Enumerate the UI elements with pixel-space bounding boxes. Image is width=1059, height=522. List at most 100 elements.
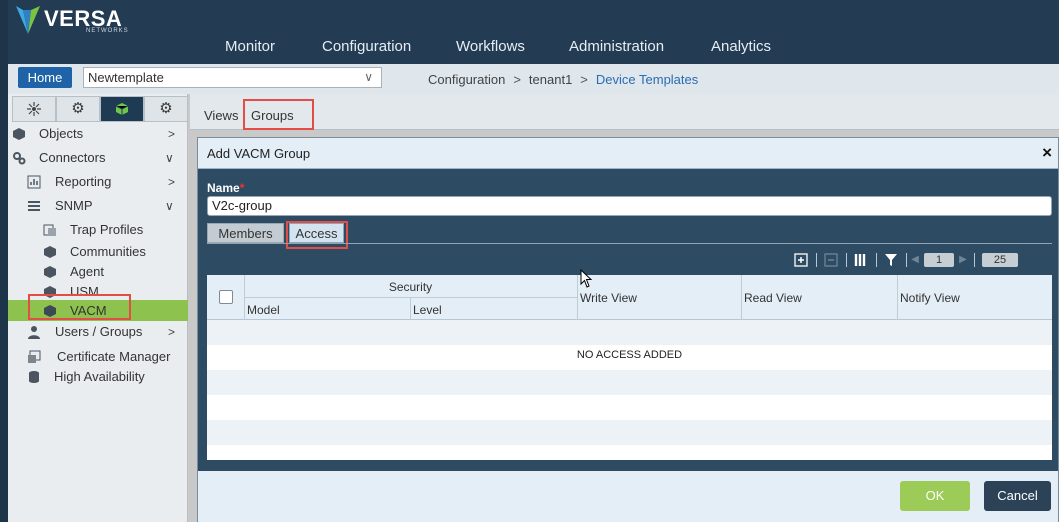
sidebar-item-connectors[interactable]: Connectors ∨ — [12, 149, 188, 167]
sidebar-item-label: High Availability — [54, 369, 145, 384]
views-groups-strip — [190, 94, 1059, 130]
page-size-select[interactable]: 25 — [982, 253, 1018, 267]
sidebar-item-label: Objects — [39, 126, 84, 141]
name-label-text: Name — [207, 181, 240, 195]
certificate-icon — [28, 350, 41, 363]
settings-cog-icon[interactable]: ⚙ — [144, 96, 188, 122]
grid-header: Security Model Level Write View Read Vie… — [207, 275, 1052, 320]
database-icon — [29, 371, 39, 383]
sidebar-item-snmp[interactable]: SNMP ∨ — [27, 197, 188, 215]
cube-icon — [44, 246, 56, 258]
page-number-input[interactable]: 1 — [924, 253, 954, 267]
cube-icon[interactable] — [100, 96, 144, 122]
table-row — [207, 320, 1052, 345]
nav-analytics[interactable]: Analytics — [711, 38, 771, 55]
col-write-view[interactable]: Write View — [580, 291, 637, 305]
empty-message: NO ACCESS ADDED — [576, 349, 683, 361]
sidebar-item-communities[interactable]: Communities — [43, 243, 188, 261]
sidebar-item-label: Communities — [70, 244, 146, 259]
access-grid: Security Model Level Write View Read Vie… — [207, 275, 1052, 460]
sidebar-item-label: Connectors — [39, 150, 106, 165]
columns-icon[interactable] — [852, 251, 870, 269]
sidebar-tabs: ⚙ ⚙ — [12, 96, 188, 122]
sidebar-item-label: Trap Profiles — [70, 222, 144, 237]
sidebar-item-agent[interactable]: Agent — [43, 263, 188, 281]
mouse-cursor-icon — [580, 269, 593, 288]
left-edge-strip — [0, 0, 8, 522]
dialog-title: Add VACM Group — [207, 146, 311, 161]
user-icon — [28, 326, 40, 339]
sidebar-item-users-groups[interactable]: Users / Groups > — [27, 323, 188, 341]
add-icon[interactable] — [792, 251, 810, 269]
cube-icon — [44, 266, 56, 278]
nav-monitor[interactable]: Monitor — [225, 38, 275, 55]
cancel-button[interactable]: Cancel — [984, 481, 1051, 511]
trap-icon — [43, 224, 56, 236]
next-page-icon[interactable]: ▶ — [958, 251, 968, 269]
groups-highlight-box — [243, 99, 314, 130]
toolbar-separator — [906, 253, 907, 267]
toolbar-separator — [816, 253, 817, 267]
sidebar-item-trap-profiles[interactable]: Trap Profiles — [43, 221, 188, 239]
table-row — [207, 420, 1052, 445]
table-row — [207, 445, 1052, 460]
brand-sub: NETWORKS — [86, 28, 129, 34]
toolbar-separator — [974, 253, 975, 267]
name-field[interactable]: V2c-group — [207, 196, 1052, 216]
versa-logo[interactable]: VERSA NETWORKS — [14, 4, 128, 40]
tab-divider — [207, 243, 1052, 244]
prev-page-icon[interactable]: ◀ — [910, 251, 920, 269]
versa-logo-icon — [16, 6, 40, 34]
tab-members[interactable]: Members — [207, 223, 284, 243]
grid-divider — [577, 275, 578, 320]
grid-divider — [410, 297, 411, 320]
sidebar-item-reporting[interactable]: Reporting > — [27, 173, 188, 191]
vacm-highlight-box — [28, 294, 131, 320]
sidebar-item-high-availability[interactable]: High Availability — [27, 368, 188, 386]
security-group-header: Security — [388, 280, 433, 294]
access-highlight-box — [286, 221, 348, 249]
nav-workflows[interactable]: Workflows — [456, 38, 525, 55]
select-all-checkbox[interactable] — [219, 290, 233, 304]
sidebar-item-label: Users / Groups — [55, 324, 143, 339]
col-notify-view[interactable]: Notify View — [900, 291, 960, 305]
chevron-right-icon: > — [168, 127, 176, 141]
tab-views[interactable]: Views — [204, 108, 238, 123]
home-button[interactable]: Home — [18, 67, 72, 88]
cube-icon — [13, 128, 25, 140]
sidebar-item-label: Reporting — [55, 174, 112, 189]
name-label: Name* — [207, 181, 244, 195]
breadcrumb-separator: > — [513, 72, 521, 87]
cogs-icon — [13, 152, 26, 165]
grid-toolbar: ◀ 1 ▶ 25 — [792, 251, 1052, 269]
grid-divider — [897, 275, 898, 320]
table-row — [207, 395, 1052, 420]
ok-button[interactable]: OK — [900, 481, 970, 511]
network-icon[interactable] — [12, 96, 56, 122]
gear-icon[interactable]: ⚙ — [56, 96, 100, 122]
remove-icon[interactable] — [822, 251, 840, 269]
sidebar-item-objects[interactable]: Objects > — [12, 125, 188, 143]
toolbar-separator — [876, 253, 877, 267]
close-icon[interactable]: × — [1042, 143, 1052, 163]
breadcrumb: Configuration > tenant1 > Device Templates — [428, 72, 698, 87]
breadcrumb-device-templates[interactable]: Device Templates — [596, 72, 698, 87]
template-select-value: Newtemplate — [88, 70, 164, 85]
template-select[interactable]: Newtemplate ∨ — [83, 67, 382, 88]
chevron-right-icon: > — [168, 325, 176, 339]
breadcrumb-separator: > — [580, 72, 588, 87]
sidebar-item-label: SNMP — [55, 198, 93, 213]
nav-configuration[interactable]: Configuration — [322, 38, 411, 55]
chevron-down-icon: ∨ — [364, 70, 373, 84]
breadcrumb-configuration[interactable]: Configuration — [428, 72, 505, 87]
nav-administration[interactable]: Administration — [569, 38, 664, 55]
sidebar-item-certificate-manager[interactable]: Certificate Manager — [27, 348, 188, 366]
breadcrumb-tenant[interactable]: tenant1 — [529, 72, 572, 87]
grid-divider — [741, 275, 742, 320]
required-mark: * — [239, 181, 245, 195]
filter-icon[interactable] — [882, 251, 900, 269]
chevron-down-icon: ∨ — [165, 199, 174, 213]
col-model[interactable]: Model — [247, 303, 280, 317]
col-level[interactable]: Level — [413, 303, 442, 317]
col-read-view[interactable]: Read View — [744, 291, 802, 305]
